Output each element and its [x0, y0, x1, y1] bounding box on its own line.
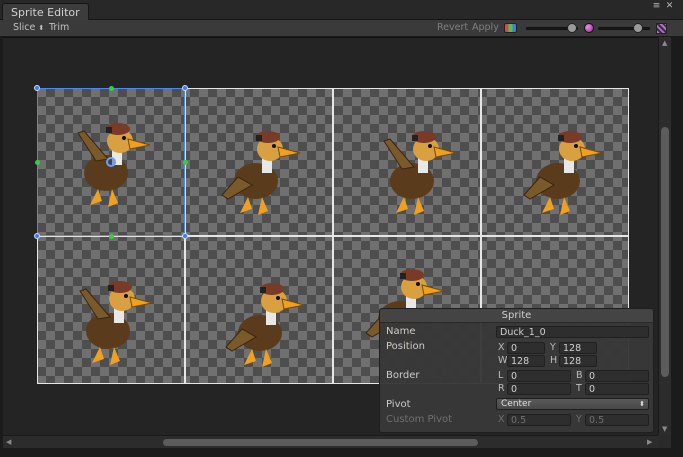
vertical-scroll-thumb[interactable] [661, 127, 669, 377]
corner-handle[interactable] [182, 233, 188, 239]
duck-sprite [383, 131, 457, 215]
custom-pivot-x-label: X [498, 414, 505, 425]
sprite-panel-title: Sprite [380, 309, 653, 323]
vertical-scrollbar[interactable]: ▲ ▼ [658, 37, 671, 435]
x-field[interactable]: 0 [507, 342, 545, 354]
scroll-left-icon[interactable]: ◀ [6, 438, 11, 446]
y-field[interactable]: 128 [559, 342, 597, 354]
alpha-toggle-icon[interactable] [656, 23, 667, 34]
border-l-field[interactable]: 0 [507, 370, 571, 382]
h-field[interactable]: 128 [559, 355, 597, 367]
scroll-down-icon[interactable]: ▼ [662, 425, 667, 433]
w-field[interactable]: 128 [507, 355, 545, 367]
sprite-cell[interactable] [481, 88, 629, 236]
edge-handle[interactable] [182, 159, 188, 165]
custom-pivot-y-field: 0.5 [585, 414, 649, 426]
scroll-up-icon[interactable]: ▲ [662, 39, 667, 47]
sprite-cell[interactable] [185, 88, 333, 236]
pivot-label: Pivot [386, 399, 411, 410]
x-label: X [498, 342, 505, 353]
slice-label: Slice [13, 22, 36, 33]
mipmap-icon [584, 23, 594, 33]
sprite-panel: Sprite Name Duck_1_0 Position X 0 Y 128 … [379, 308, 654, 433]
trim-button[interactable]: Trim [49, 20, 69, 36]
pivot-handle[interactable] [106, 157, 116, 167]
tab-sprite-editor[interactable]: Sprite Editor [2, 3, 89, 21]
zoom-slider-thumb[interactable] [567, 23, 578, 33]
t-label: T [576, 383, 582, 394]
edge-handle[interactable] [108, 233, 114, 239]
color-channels-icon[interactable] [504, 23, 517, 33]
r-label: R [498, 383, 505, 394]
horizontal-scroll-thumb[interactable] [163, 439, 478, 446]
apply-button[interactable]: Apply [472, 20, 499, 36]
scroll-corner [658, 435, 671, 448]
edge-handle[interactable] [34, 159, 40, 165]
border-label: Border [386, 370, 420, 381]
position-label: Position [386, 341, 425, 352]
pivot-dropdown[interactable]: Center ⬍ [496, 398, 649, 410]
duck-sprite [79, 281, 153, 365]
border-b-field[interactable]: 0 [585, 370, 649, 382]
name-field[interactable]: Duck_1_0 [496, 326, 649, 338]
slice-dropdown-icon: ⬍ [38, 24, 45, 32]
custom-pivot-y-label: Y [576, 414, 582, 425]
slice-button[interactable]: Slice ⬍ [13, 20, 44, 36]
sprite-cell[interactable] [333, 88, 481, 236]
dropdown-arrow-icon: ⬍ [639, 400, 645, 408]
l-label: L [498, 370, 504, 381]
scroll-right-icon[interactable]: ▶ [647, 438, 652, 446]
duck-sprite [523, 131, 603, 215]
border-t-field[interactable]: 0 [585, 383, 649, 395]
sprite-cell[interactable] [37, 236, 185, 384]
h-label: H [550, 355, 558, 366]
mip-slider-thumb[interactable] [632, 23, 643, 33]
duck-sprite [225, 283, 305, 367]
toolbar: Slice ⬍ Trim Revert Apply [0, 20, 683, 37]
corner-handle[interactable] [34, 85, 40, 91]
b-label: B [576, 370, 583, 381]
custom-pivot-label: Custom Pivot [386, 414, 453, 425]
corner-handle[interactable] [182, 85, 188, 91]
edge-handle[interactable] [108, 85, 114, 91]
border-r-field[interactable]: 0 [507, 383, 571, 395]
window-titlebar: Sprite Editor ≡ ✕ [0, 0, 683, 21]
pivot-value: Center [501, 399, 532, 409]
horizontal-scrollbar[interactable]: ◀ ▶ [3, 435, 658, 448]
w-label: W [498, 355, 508, 366]
sprite-cell[interactable] [185, 236, 333, 384]
y-label: Y [550, 342, 556, 353]
revert-button[interactable]: Revert [437, 20, 468, 36]
close-icon[interactable]: ✕ [664, 2, 675, 11]
corner-handle[interactable] [34, 233, 40, 239]
duck-sprite [221, 131, 301, 215]
custom-pivot-x-field: 0.5 [507, 414, 571, 426]
name-label: Name [386, 326, 416, 337]
menu-icon[interactable]: ≡ [651, 2, 662, 11]
window-edge [671, 37, 683, 457]
